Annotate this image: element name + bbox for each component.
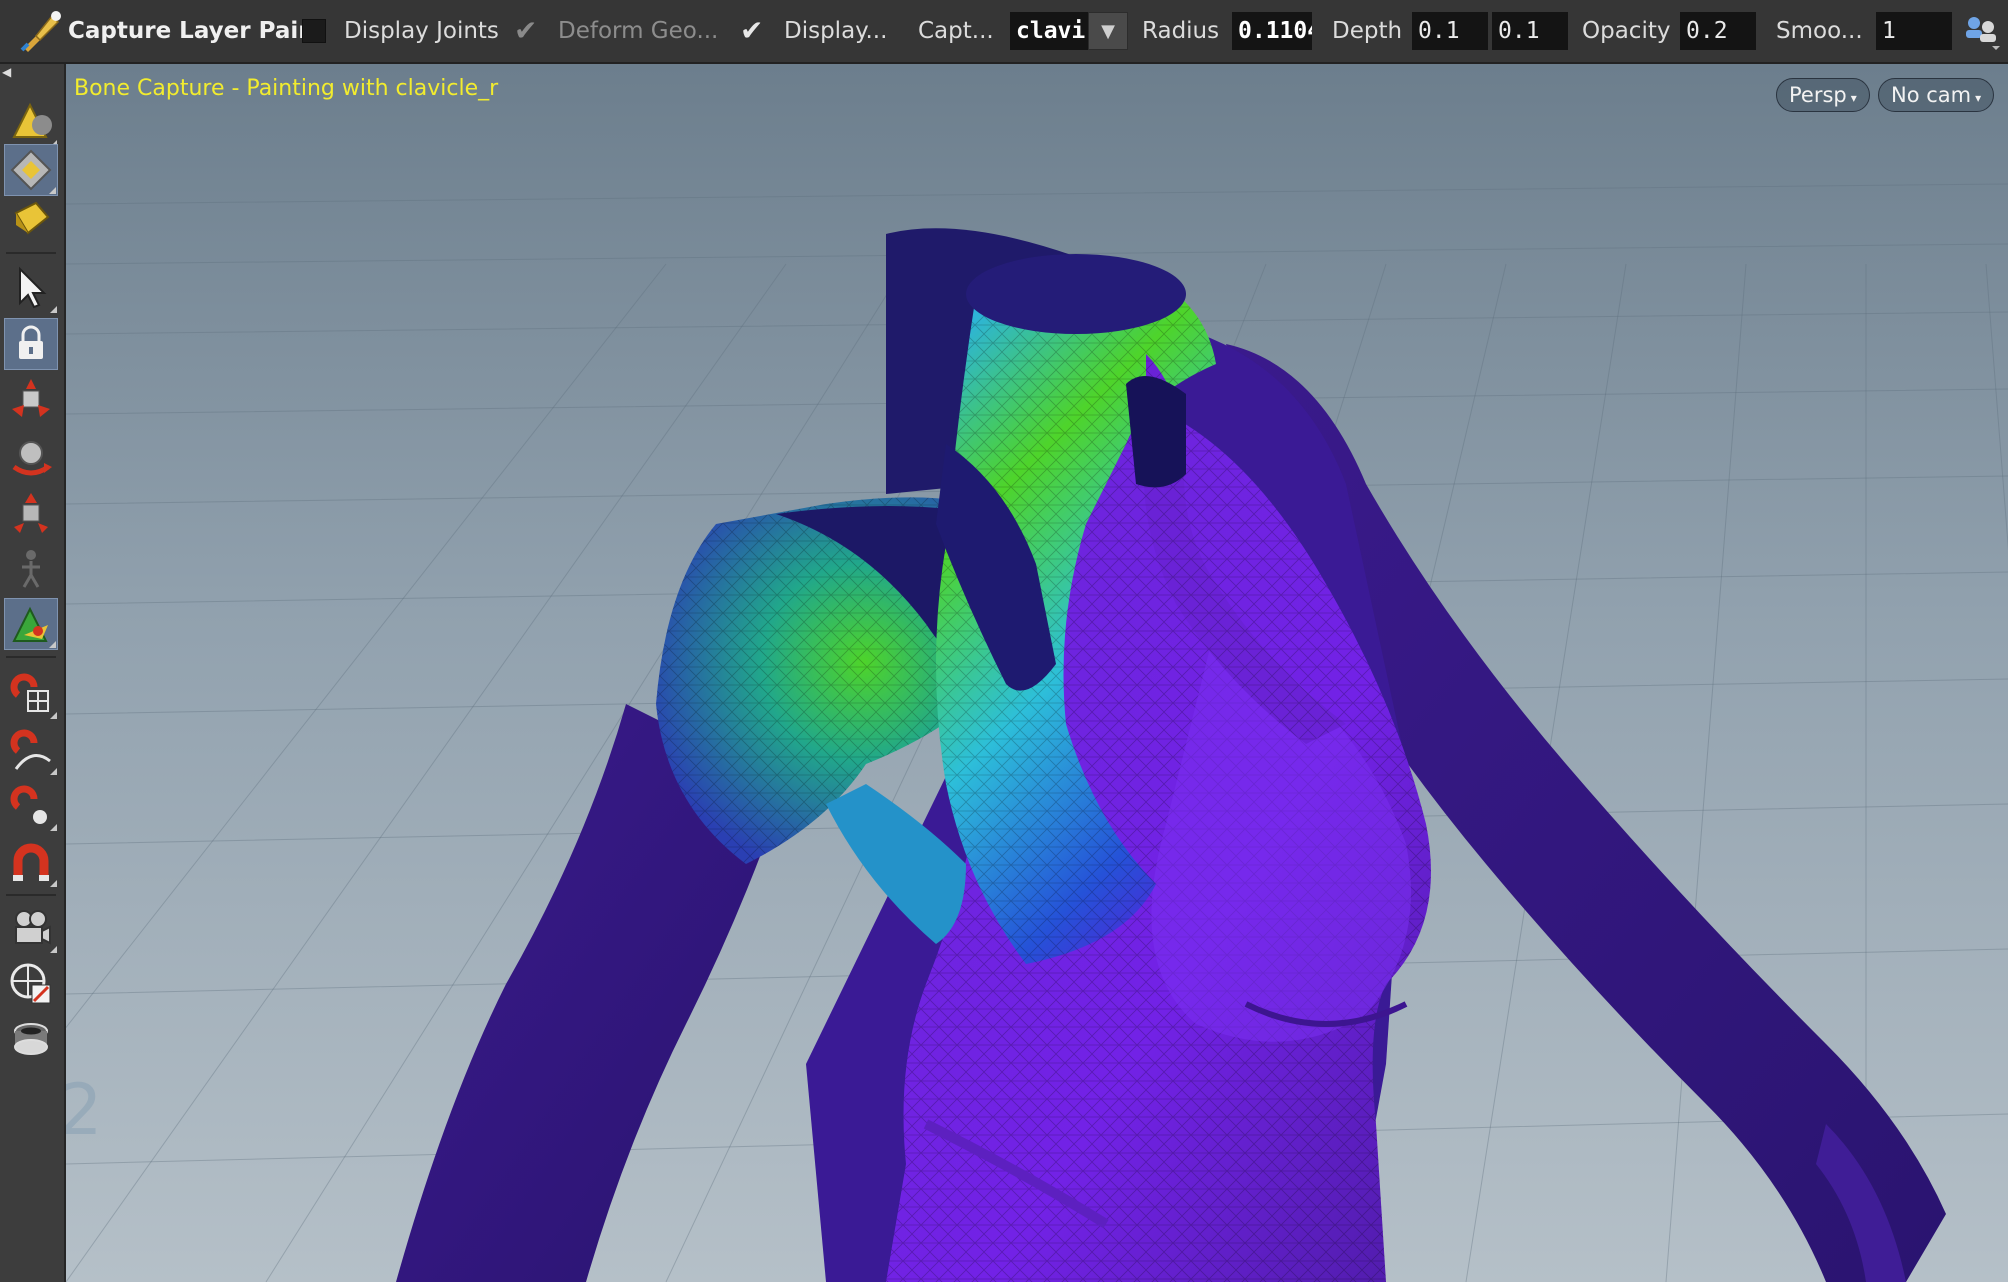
capture-region-field[interactable]: clavi — [1010, 12, 1088, 50]
camera-menu-label: No cam — [1891, 83, 1972, 107]
capture-paint-tool-icon[interactable] — [18, 8, 64, 54]
chevron-down-icon: ▾ — [1975, 91, 1982, 105]
tool-options-bar: Capture Layer Paint Display Joints ✔ Def… — [0, 0, 2008, 64]
camera-icon[interactable] — [4, 902, 58, 954]
depth-field-1[interactable]: 0.1 — [1412, 12, 1488, 50]
snap-magnet-icon[interactable] — [4, 836, 58, 888]
object-mode-icon[interactable] — [4, 192, 58, 244]
shelf-collapse-arrow-icon[interactable]: ◀ — [2, 66, 11, 78]
viewport-scene: 2 — [66, 64, 2008, 1282]
pose-icon[interactable] — [4, 486, 58, 538]
3d-viewport[interactable]: 2 Bone Capture - Painting with clavicle_… — [66, 64, 2008, 1282]
display-label: Display... — [784, 18, 888, 44]
view-persp-button[interactable]: Persp ▾ — [1776, 78, 1870, 112]
opacity-field[interactable]: 0.2 — [1680, 12, 1756, 50]
opacity-label: Opacity — [1582, 18, 1671, 44]
display-joints-checkbox[interactable] — [302, 19, 326, 43]
tool-name: Capture Layer Paint — [68, 18, 326, 44]
radius-label: Radius — [1142, 18, 1220, 44]
display-checkmark-icon[interactable]: ✔ — [740, 12, 763, 50]
shelf-separator — [6, 894, 56, 896]
depth-field-2[interactable]: 0.1 — [1492, 12, 1568, 50]
smooth-label: Smoo... — [1776, 18, 1863, 44]
handle-rotate-icon[interactable] — [4, 430, 58, 482]
render-shading-icon[interactable] — [4, 96, 58, 148]
display-joints-label: Display Joints — [344, 18, 499, 44]
view-ring-icon[interactable] — [4, 1014, 58, 1066]
viewport-status-title: Bone Capture - Painting with clavicle_r — [74, 76, 499, 101]
capture-region-dropdown-button[interactable]: ▼ — [1088, 12, 1128, 50]
capture-label: Capt... — [918, 18, 994, 44]
view-persp-label: Persp — [1789, 83, 1847, 107]
shelf-separator — [6, 252, 56, 254]
capture-paint-icon[interactable] — [4, 598, 58, 650]
snap-curve-icon[interactable] — [4, 724, 58, 776]
snap-point-icon[interactable] — [4, 780, 58, 832]
component-select-icon[interactable] — [4, 144, 58, 196]
depth-label: Depth — [1332, 18, 1403, 44]
users-icon[interactable] — [1962, 12, 2002, 52]
deform-geo-checkmark-icon[interactable]: ✔ — [514, 12, 537, 50]
deform-geo-label: Deform Geo... — [558, 18, 719, 44]
smooth-field[interactable]: 1 — [1876, 12, 1952, 50]
left-tool-shelf: ◀ — [0, 64, 66, 1282]
camera-menu-button[interactable]: No cam ▾ — [1878, 78, 1995, 112]
snap-grid-icon[interactable] — [4, 668, 58, 720]
lock-icon[interactable] — [4, 318, 58, 370]
handle-move-icon[interactable] — [4, 374, 58, 426]
radius-field[interactable]: 0.1104 — [1232, 12, 1312, 50]
chevron-down-icon: ▾ — [1850, 91, 1857, 105]
bone-icon[interactable] — [4, 542, 58, 594]
svg-text:2: 2 — [66, 1069, 103, 1151]
display-options-icon[interactable] — [4, 958, 58, 1010]
select-arrow-icon[interactable] — [4, 262, 58, 314]
shelf-separator — [6, 656, 56, 658]
